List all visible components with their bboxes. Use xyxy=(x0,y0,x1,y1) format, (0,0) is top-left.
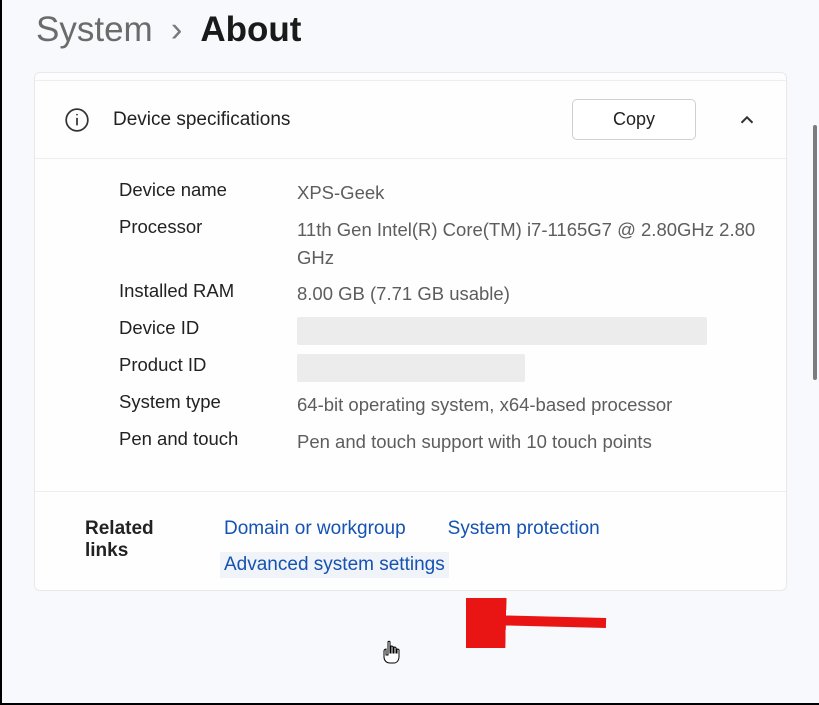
spec-value: Pen and touch support with 10 touch poin… xyxy=(297,428,760,456)
related-links-section: Related links Domain or workgroup System… xyxy=(35,491,786,590)
spec-label: Device ID xyxy=(119,317,289,339)
spec-label: Device name xyxy=(119,179,289,201)
breadcrumb-system[interactable]: System xyxy=(36,10,153,50)
spec-row-device-id: Device ID xyxy=(119,317,760,345)
spec-row-device-name: Device name XPS-Geek xyxy=(119,179,760,207)
link-system-protection[interactable]: System protection xyxy=(444,516,604,542)
spec-value-redacted xyxy=(297,354,760,382)
spec-value: XPS-Geek xyxy=(297,179,760,207)
card-title: Device specifications xyxy=(113,109,550,131)
spec-row-ram: Installed RAM 8.00 GB (7.71 GB usable) xyxy=(119,280,760,308)
related-links-label: Related links xyxy=(85,516,184,562)
spec-label: Processor xyxy=(119,216,289,238)
scrollbar[interactable] xyxy=(813,125,817,380)
link-advanced-system-settings[interactable]: Advanced system settings xyxy=(220,552,449,578)
related-links-list: Domain or workgroup System protection Ad… xyxy=(220,516,766,578)
spec-label: Pen and touch xyxy=(119,428,289,450)
breadcrumb: System › About xyxy=(2,0,819,72)
card-strip xyxy=(35,73,786,81)
spec-label: Installed RAM xyxy=(119,280,289,302)
cursor-pointer-icon xyxy=(380,639,404,667)
spec-label: System type xyxy=(119,391,289,413)
copy-button[interactable]: Copy xyxy=(572,99,696,140)
device-specifications-card: Device specifications Copy Device name X… xyxy=(34,72,787,591)
spec-value: 11th Gen Intel(R) Core(TM) i7-1165G7 @ 2… xyxy=(297,216,760,272)
card-header: Device specifications Copy xyxy=(35,81,786,159)
chevron-up-icon[interactable] xyxy=(736,109,758,131)
link-domain-workgroup[interactable]: Domain or workgroup xyxy=(220,516,410,542)
arrow-annotation xyxy=(466,598,616,648)
info-icon xyxy=(63,106,91,134)
spec-label: Product ID xyxy=(119,354,289,376)
chevron-right-icon: › xyxy=(171,10,183,50)
spec-value-redacted xyxy=(297,317,760,345)
spec-value: 64-bit operating system, x64-based proce… xyxy=(297,391,760,419)
spec-value: 8.00 GB (7.71 GB usable) xyxy=(297,280,760,308)
spec-row-system-type: System type 64-bit operating system, x64… xyxy=(119,391,760,419)
spec-row-pen-touch: Pen and touch Pen and touch support with… xyxy=(119,428,760,456)
spec-row-product-id: Product ID xyxy=(119,354,760,382)
spec-row-processor: Processor 11th Gen Intel(R) Core(TM) i7-… xyxy=(119,216,760,272)
spec-table: Device name XPS-Geek Processor 11th Gen … xyxy=(35,159,786,491)
breadcrumb-about: About xyxy=(200,10,301,50)
